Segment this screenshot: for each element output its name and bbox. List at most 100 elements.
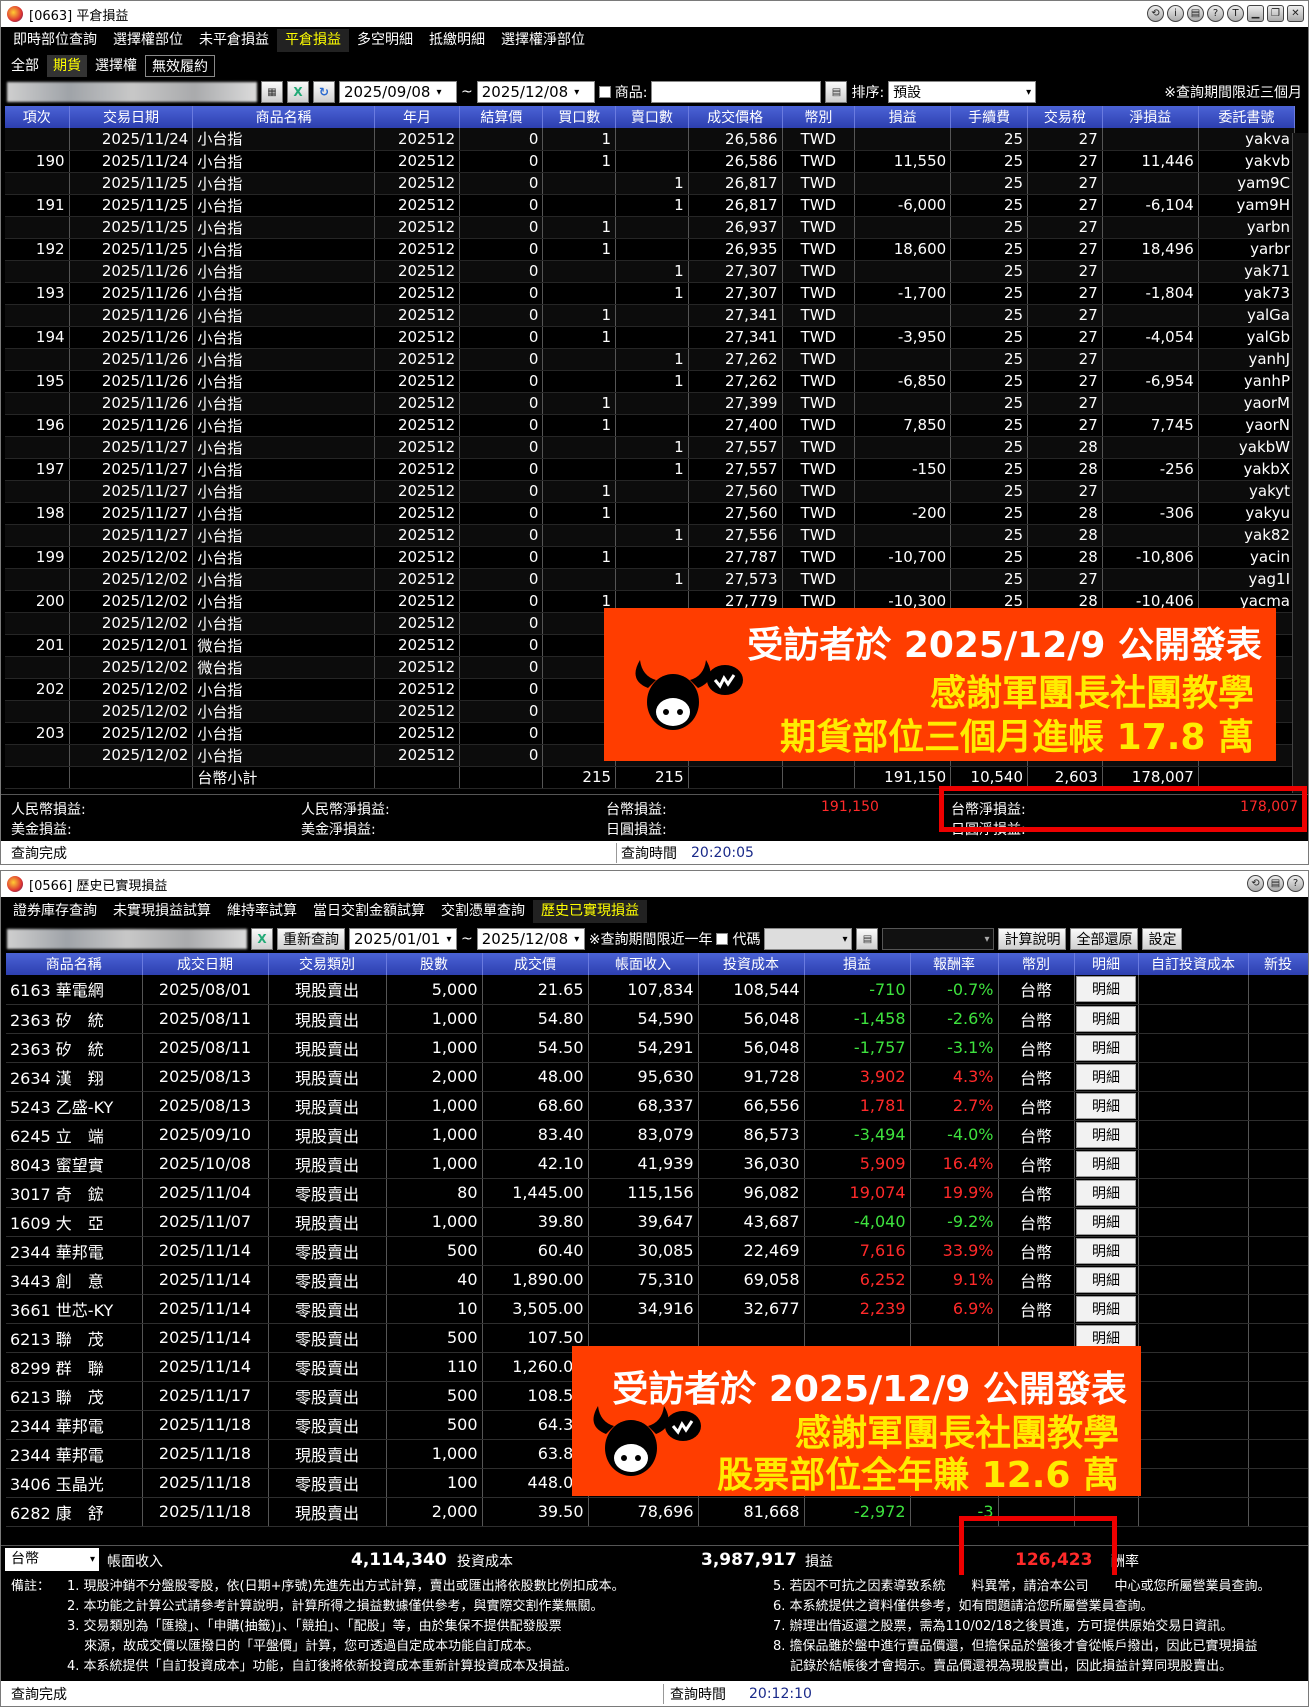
column-header[interactable]: 帳面收入 — [588, 953, 699, 975]
column-header[interactable]: 手續費 — [950, 106, 1029, 128]
menu-item[interactable]: 多空明細 — [349, 29, 421, 52]
menu-item[interactable]: 選擇權部位 — [105, 29, 191, 52]
detail-button[interactable]: 明細 — [1076, 1034, 1136, 1061]
link-icon[interactable]: ⟲ — [1147, 5, 1164, 22]
code-select[interactable]: ▾ — [764, 928, 853, 950]
info-icon[interactable]: i — [1167, 5, 1184, 22]
column-header[interactable]: 股數 — [386, 953, 483, 975]
lookup-icon[interactable]: ▤ — [856, 928, 879, 950]
table-row[interactable]: 195 2025/11/26 小台指 202512 0 1 27,262 TWD -6,850 2… — [5, 370, 1296, 393]
table-row[interactable]: 2025/12/02 小台指 202512 0 1 27,573 TWD 25 27 yag1I — [5, 568, 1296, 591]
requery-button[interactable]: 重新查詢 — [277, 928, 345, 950]
table-row[interactable]: 2363 矽 統 2025/08/11 現股賣出 1,000 54.80 54,590 56… — [6, 1004, 1308, 1034]
column-header[interactable]: 成交價格 — [688, 106, 783, 128]
calc-explanation-button[interactable]: 計算說明 — [998, 928, 1067, 950]
sub-tab[interactable]: 期貨 — [47, 55, 87, 77]
table-row[interactable]: 191 2025/11/25 小台指 202512 0 1 26,817 TWD -6,000 2… — [5, 194, 1296, 217]
table-row[interactable]: 2025/11/24 小台指 202512 0 1 26,586 TWD 25 27 yakva — [5, 128, 1296, 151]
column-header[interactable]: 損益 — [854, 106, 952, 128]
table-row[interactable]: 196 2025/11/26 小台指 202512 0 1 27,400 TWD 7,850 25… — [5, 414, 1296, 437]
code-checkbox[interactable] — [716, 933, 729, 945]
minimize-icon[interactable]: ▁ — [1247, 5, 1264, 22]
column-header[interactable]: 投資成本 — [698, 953, 805, 975]
start-date-field[interactable]: 2025/09/08 ▾ — [339, 81, 457, 103]
detail-button[interactable]: 明細 — [1076, 1121, 1136, 1148]
menu-item[interactable]: 維持率試算 — [219, 900, 305, 923]
table-row[interactable]: 2025/11/26 小台指 202512 0 1 27,262 TWD 25 27 yanhJ — [5, 348, 1296, 371]
column-header[interactable]: 年月 — [374, 106, 461, 128]
table-row[interactable]: 192 2025/11/25 小台指 202512 0 1 26,935 TWD 18,600 2… — [5, 238, 1296, 261]
column-header[interactable]: 新投 — [1248, 953, 1308, 975]
menu-item[interactable]: 未實現損益試算 — [105, 900, 219, 923]
cell-detail[interactable]: 明細 — [1074, 1120, 1139, 1150]
cell-detail[interactable]: 明細 — [1074, 1178, 1139, 1208]
table-row[interactable]: 190 2025/11/24 小台指 202512 0 1 26,586 TWD 11,550 2… — [5, 150, 1296, 173]
lookup-icon[interactable]: ▤ — [825, 81, 848, 103]
table-row[interactable]: 2025/11/26 小台指 202512 0 1 27,307 TWD 25 27 yak71 — [5, 260, 1296, 283]
product-input[interactable] — [651, 81, 822, 103]
excel-icon[interactable]: X — [287, 81, 309, 103]
table-row[interactable]: 3443 創 意 2025/11/14 零股賣出 40 1,890.00 75,310 69… — [6, 1265, 1308, 1295]
table-row[interactable]: 8043 蜜望實 2025/10/08 現股賣出 1,000 42.10 41,939 36… — [6, 1149, 1308, 1179]
table-row[interactable]: 198 2025/11/27 小台指 202512 0 1 27,560 TWD -200 25 2… — [5, 502, 1296, 525]
column-header[interactable]: 成交價 — [482, 953, 589, 975]
column-header[interactable]: 幣別 — [998, 953, 1075, 975]
end-date-field[interactable]: 2025/12/08 ▾ — [476, 928, 585, 950]
sub-tab[interactable]: 全部 — [5, 55, 45, 77]
table-row[interactable]: 2025/11/27 小台指 202512 0 1 27,556 TWD 25 28 yak82 — [5, 524, 1296, 547]
table-row[interactable]: 197 2025/11/27 小台指 202512 0 1 27,557 TWD -150 25 2… — [5, 458, 1296, 481]
product-checkbox[interactable] — [598, 86, 611, 98]
detail-button[interactable]: 明細 — [1076, 1237, 1136, 1264]
column-header[interactable]: 賣口數 — [615, 106, 689, 128]
column-header[interactable]: 委託書號 — [1198, 106, 1296, 128]
table-row[interactable]: 3661 世芯-KY 2025/11/14 零股賣出 10 3,505.00 34,916… — [6, 1294, 1308, 1324]
detail-button[interactable]: 明細 — [1076, 1266, 1136, 1293]
detail-button[interactable]: 明細 — [1076, 1295, 1136, 1322]
column-header[interactable]: 交易類別 — [268, 953, 387, 975]
column-header[interactable]: 結算價 — [459, 106, 544, 128]
restore-all-button[interactable]: 全部還原 — [1070, 928, 1139, 950]
menu-item[interactable]: 平倉損益 — [277, 29, 349, 52]
sub-tab[interactable]: 無效履約 — [145, 55, 215, 77]
help-icon[interactable]: ? — [1207, 5, 1224, 22]
close-icon[interactable]: ✕ — [1287, 5, 1304, 22]
menu-item[interactable]: 未平倉損益 — [191, 29, 277, 52]
table-row[interactable]: 194 2025/11/26 小台指 202512 0 1 27,341 TWD -3,950 2… — [5, 326, 1296, 349]
table-row[interactable]: 1609 大 亞 2025/11/07 現股賣出 1,000 39.80 39,647 43… — [6, 1207, 1308, 1237]
detail-button[interactable]: 明細 — [1076, 1005, 1136, 1032]
column-header[interactable]: 報酬率 — [910, 953, 999, 975]
column-header[interactable]: 明細 — [1074, 953, 1139, 975]
table-row[interactable]: 3017 奇 鋐 2025/11/04 零股賣出 80 1,445.00 115,156 9… — [6, 1178, 1308, 1208]
cell-detail[interactable]: 明細 — [1074, 975, 1139, 1005]
menu-item[interactable]: 交割憑單查詢 — [433, 900, 533, 923]
table-row[interactable]: 2344 華邦電 2025/11/14 零股賣出 500 60.40 30,085 22,4… — [6, 1236, 1308, 1266]
cell-detail[interactable]: 明細 — [1074, 1091, 1139, 1121]
table-row[interactable]: 2025/11/25 小台指 202512 0 1 26,937 TWD 25 27 yarbn — [5, 216, 1296, 239]
detail-button[interactable]: 明細 — [1076, 1179, 1136, 1206]
cell-detail[interactable]: 明細 — [1074, 1294, 1139, 1324]
table-row[interactable]: 2025/11/26 小台指 202512 0 1 27,399 TWD 25 27 yaorM — [5, 392, 1296, 415]
settings-button[interactable]: 設定 — [1142, 928, 1183, 950]
menu-item[interactable]: 抵繳明細 — [421, 29, 493, 52]
cell-detail[interactable]: 明細 — [1074, 1207, 1139, 1237]
cell-detail[interactable]: 明細 — [1074, 1149, 1139, 1179]
menu-item[interactable]: 選擇權淨部位 — [493, 29, 593, 52]
sub-tab[interactable]: 選擇權 — [89, 55, 143, 77]
help-icon[interactable]: ? — [1287, 875, 1304, 892]
column-header[interactable]: 成交日期 — [142, 953, 269, 975]
cell-detail[interactable]: 明細 — [1074, 1004, 1139, 1034]
column-header[interactable]: 自訂投資成本 — [1138, 953, 1249, 975]
table-row[interactable]: 2025/11/26 小台指 202512 0 1 27,341 TWD 25 27 yalGa — [5, 304, 1296, 327]
column-header[interactable]: 幣別 — [782, 106, 856, 128]
link-icon[interactable]: ⟲ — [1247, 875, 1264, 892]
detail-button[interactable]: 明細 — [1076, 976, 1136, 1003]
table-row[interactable]: 2363 矽 統 2025/08/11 現股賣出 1,000 54.50 54,291 56… — [6, 1033, 1308, 1063]
table-row[interactable]: 2025/11/25 小台指 202512 0 1 26,817 TWD 25 27 yam9C — [5, 172, 1296, 195]
print-icon[interactable]: ▤ — [1187, 5, 1204, 22]
column-header[interactable]: 商品名稱 — [6, 953, 143, 975]
calendar-icon[interactable]: ▦ — [261, 81, 283, 103]
sort-select[interactable]: 預設 ▾ — [888, 81, 1037, 103]
cell-detail[interactable]: 明細 — [1074, 1062, 1139, 1092]
table-row[interactable]: 199 2025/12/02 小台指 202512 0 1 27,787 TWD -10,700… — [5, 546, 1296, 569]
start-date-field[interactable]: 2025/01/01 ▾ — [349, 928, 457, 950]
